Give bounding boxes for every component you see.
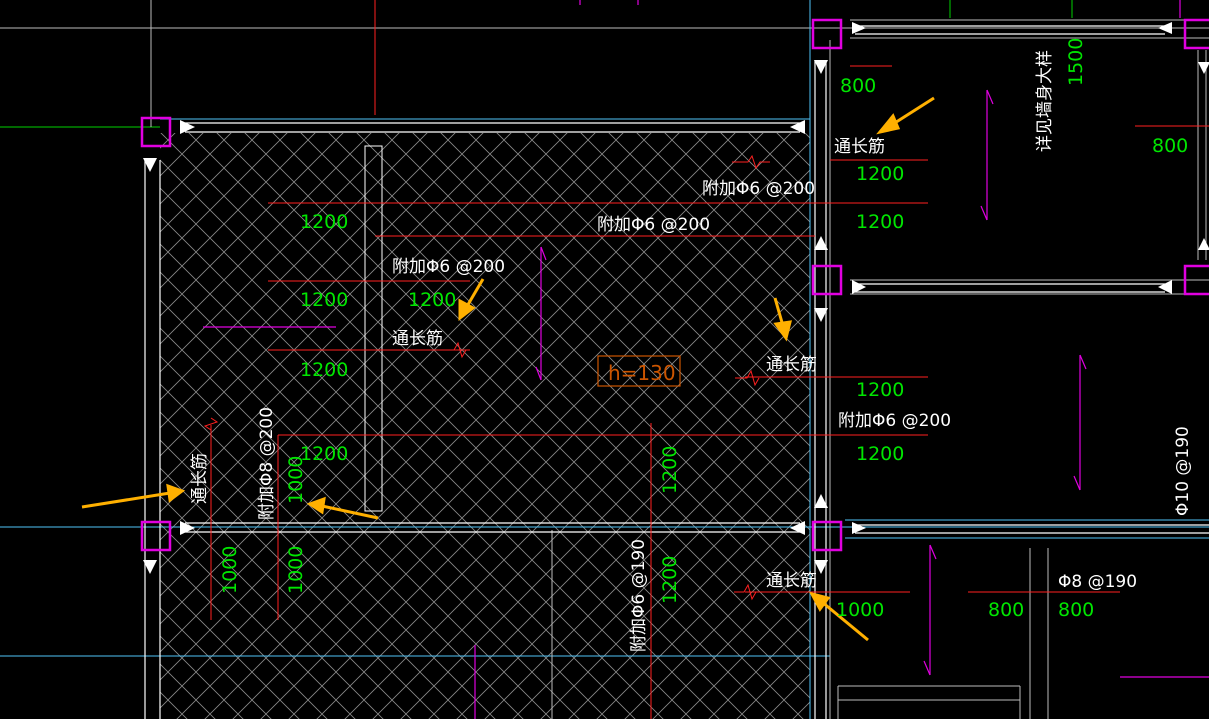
label-additional-phi6-200: 附加Φ6 @200 (838, 411, 951, 431)
label-through-bar: 通长筋 (766, 571, 817, 591)
dimension-label-vertical: 1200 (659, 446, 681, 494)
label-through-bar: 通长筋 (392, 329, 443, 349)
dimension-label-vertical: 1000 (285, 456, 307, 504)
dimension-label-vertical: 1000 (285, 546, 307, 594)
label-additional-phi6-200: 附加Φ6 @200 (392, 257, 505, 277)
label-additional-phi8-200: 附加Φ8 @200 (257, 407, 277, 520)
label-through-bar: 通长筋 (834, 137, 885, 157)
column-marker[interactable] (811, 520, 843, 552)
dimension-label: 1200 (856, 211, 904, 233)
label-phi10-190: Φ10 @190 (1173, 426, 1193, 516)
label-see-wall-detail: 详见墙身大样 (1035, 50, 1055, 152)
dimension-label: 1200 (300, 289, 348, 311)
label-phi8-190: Φ8 @190 (1058, 572, 1137, 592)
column-marker[interactable] (811, 264, 843, 296)
label-additional-phi6-200: 附加Φ6 @200 (597, 215, 710, 235)
label-additional-phi6-200: 附加Φ6 @200 (702, 179, 815, 199)
dimension-label: 1200 (408, 289, 456, 311)
dimension-label: 1000 (836, 599, 884, 621)
dimension-label: 1200 (300, 359, 348, 381)
dimension-label: 1200 (856, 379, 904, 401)
label-through-bar: 通长筋 (766, 355, 817, 375)
dimension-label: 1200 (856, 163, 904, 185)
cad-drawing-canvas[interactable]: h=130 通长筋 附加Φ6 @200 附加Φ6 @200 附加Φ6 @200 … (0, 0, 1209, 719)
dimension-label: 800 (1152, 135, 1188, 157)
slab-thickness-label: h=130 (608, 361, 676, 385)
dimension-label-vertical: 1200 (659, 556, 681, 604)
dimension-label: 1200 (300, 211, 348, 233)
slab-thickness-box[interactable]: h=130 (597, 355, 681, 387)
dimension-label-vertical: 1500 (1065, 38, 1087, 86)
dimension-label: 800 (1058, 599, 1094, 621)
dimension-label: 1200 (300, 443, 348, 465)
column-marker[interactable] (1183, 18, 1209, 50)
dimension-label: 1200 (856, 443, 904, 465)
green-lines (949, 0, 1073, 18)
dimension-label: 800 (988, 599, 1024, 621)
label-through-bar-vertical: 通长筋 (190, 453, 210, 504)
dimension-label-vertical: 1000 (219, 546, 241, 594)
column-marker[interactable] (811, 18, 843, 50)
label-additional-phi6-190: 附加Φ6 @190 (629, 539, 649, 652)
dimension-label: 800 (840, 75, 876, 97)
